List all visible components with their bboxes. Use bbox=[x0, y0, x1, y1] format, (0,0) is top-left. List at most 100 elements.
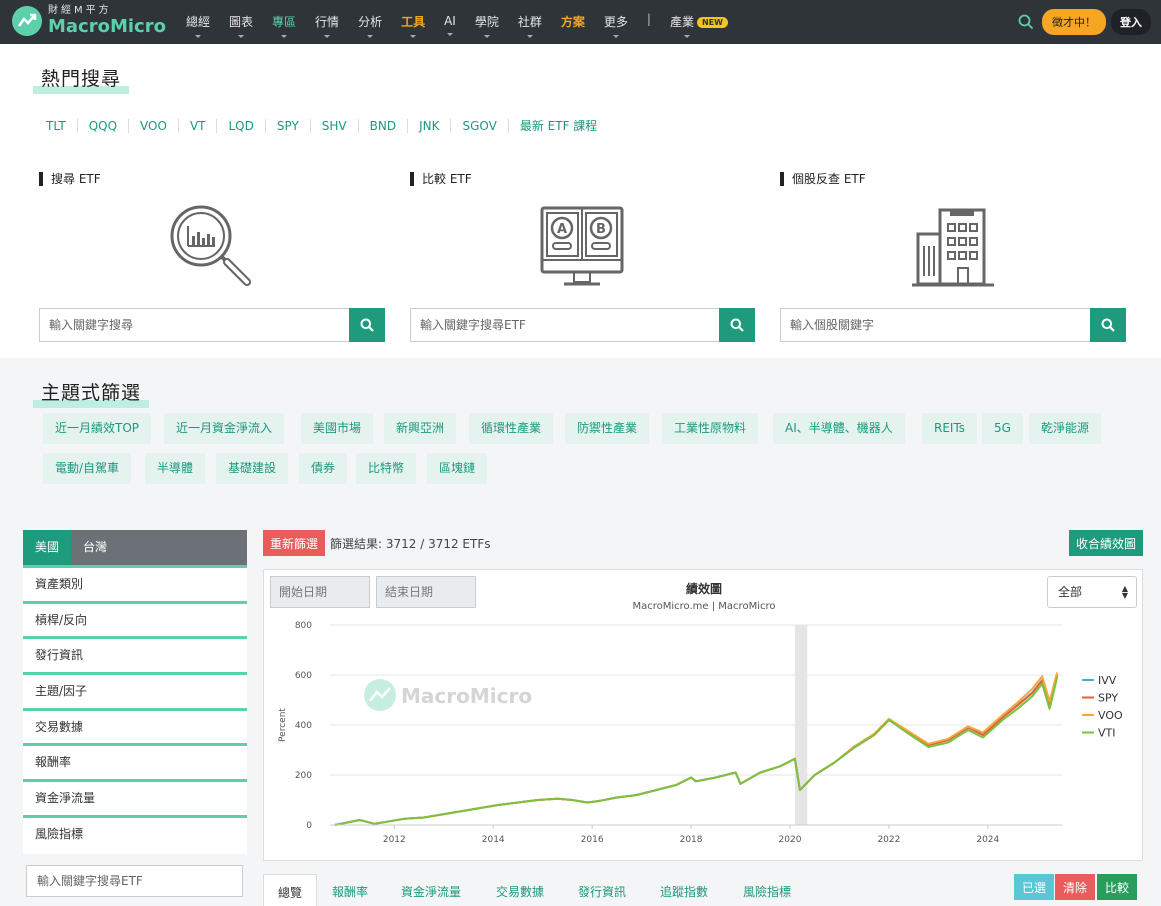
theme-tag[interactable]: 美國市場 bbox=[301, 413, 374, 444]
performance-chart[interactable]: MacroMicro 0 200 400 600 800 2012 2014 2016 2018… bbox=[264, 570, 1142, 860]
theme-tag[interactable]: 近一月績效TOP bbox=[43, 413, 152, 444]
result-tabs: 總覽 報酬率 資金淨流量 交易數據 發行資訊 追蹤指數 風險指標 bbox=[263, 874, 1143, 906]
etf-search-panel: 熱門搜尋 TLT QQQ VOO VT LQD SPY SHV BND JNK … bbox=[0, 44, 1161, 358]
filter-item-issuance[interactable]: 發行資訊 bbox=[23, 639, 247, 676]
nav-item-community[interactable]: 社群 bbox=[518, 9, 542, 38]
filter-item-risk[interactable]: 風險指標 bbox=[23, 817, 247, 854]
collapse-chart-button[interactable]: 收合績效圖 bbox=[1069, 530, 1144, 556]
legend-item-voo[interactable]: VOO bbox=[1098, 709, 1123, 722]
tool-compare-etf: 比較 ETF A B bbox=[410, 170, 756, 342]
svg-text:B: B bbox=[596, 222, 606, 237]
x-tick-label: 2018 bbox=[680, 835, 703, 845]
theme-tag[interactable]: REITs bbox=[922, 413, 978, 444]
tab-overview[interactable]: 總覽 bbox=[263, 874, 318, 906]
recruit-button[interactable]: 徵才中！ bbox=[1042, 9, 1106, 35]
theme-tag[interactable]: 基礎建設 bbox=[216, 453, 289, 484]
nav-item-industry[interactable]: 產業 NEW bbox=[670, 9, 728, 38]
nav-item-analysis[interactable]: 分析 bbox=[358, 9, 382, 38]
y-axis-label: Percent bbox=[278, 708, 288, 742]
filter-item-fund-flow[interactable]: 資金淨流量 bbox=[23, 782, 247, 818]
logo-subtitle: 財經M平方 bbox=[48, 5, 112, 16]
hot-link-voo[interactable]: VOO bbox=[129, 118, 179, 133]
nav-item-charts[interactable]: 圖表 bbox=[229, 9, 253, 38]
search-icon[interactable] bbox=[1018, 14, 1034, 30]
theme-tag[interactable]: 乾淨能源 bbox=[1029, 413, 1102, 444]
hot-link-qqq[interactable]: QQQ bbox=[78, 118, 130, 133]
tab-issuance[interactable]: 發行資訊 bbox=[578, 874, 626, 906]
tool-search-etf: 搜尋 ETF bbox=[39, 170, 385, 342]
legend-item-vti[interactable]: VTI bbox=[1098, 727, 1116, 740]
logo-title: MacroMicro bbox=[48, 16, 166, 37]
x-tick-label: 2012 bbox=[383, 835, 406, 845]
nav-item-macro[interactable]: 總經 bbox=[186, 9, 210, 38]
tool-stock-lookup-etf: 個股反查 ETF bbox=[780, 170, 1126, 342]
login-button[interactable]: 登入 bbox=[1111, 9, 1151, 35]
y-tick-label: 400 bbox=[295, 721, 312, 731]
theme-tag[interactable]: 近一月資金淨流入 bbox=[164, 413, 285, 444]
nav-item-zones[interactable]: 專區 bbox=[272, 9, 296, 38]
search-button-icon[interactable] bbox=[349, 308, 385, 342]
theme-tag[interactable]: 電動/自駕車 bbox=[43, 453, 132, 484]
filter-item-asset-class[interactable]: 資產類別 bbox=[23, 568, 247, 604]
new-badge: NEW bbox=[696, 16, 728, 28]
legend-item-ivv[interactable]: IVV bbox=[1098, 674, 1117, 687]
tab-tracking-index[interactable]: 追蹤指數 bbox=[660, 874, 708, 906]
filter-search-input[interactable] bbox=[26, 865, 243, 897]
hot-link-lqd[interactable]: LQD bbox=[217, 118, 266, 133]
nav-item-quotes[interactable]: 行情 bbox=[315, 9, 339, 38]
result-count: 篩選結果: 3712 / 3712 ETFs bbox=[330, 537, 491, 551]
hot-link-spy[interactable]: SPY bbox=[266, 118, 311, 133]
theme-tag[interactable]: 5G bbox=[982, 413, 1023, 444]
stock-lookup-box bbox=[780, 308, 1126, 342]
etf-search-input[interactable] bbox=[39, 308, 349, 342]
tab-returns[interactable]: 報酬率 bbox=[332, 874, 368, 906]
theme-tag[interactable]: 工業性原物料 bbox=[662, 413, 759, 444]
nav-item-academy[interactable]: 學院 bbox=[475, 9, 499, 38]
theme-tag[interactable]: 比特幣 bbox=[356, 453, 417, 484]
hot-link-etf-course[interactable]: 最新 ETF 課程 bbox=[509, 117, 608, 134]
clear-button[interactable]: 清除 bbox=[1055, 874, 1096, 900]
building-icon bbox=[912, 208, 1004, 300]
theme-tag[interactable]: 區塊鏈 bbox=[427, 453, 488, 484]
macromicro-logo[interactable]: 財經M平方 MacroMicro bbox=[12, 6, 166, 36]
nav-item-tools[interactable]: 工具 bbox=[401, 9, 425, 38]
filter-item-trading-data[interactable]: 交易數據 bbox=[23, 710, 247, 747]
filter-item-theme-factor[interactable]: 主題/因子 bbox=[23, 675, 247, 711]
legend-item-spy[interactable]: SPY bbox=[1098, 692, 1118, 705]
stock-lookup-input[interactable] bbox=[780, 308, 1090, 342]
etf-compare-input[interactable] bbox=[410, 308, 719, 342]
theme-tag[interactable]: AI、半導體、機器人 bbox=[773, 413, 905, 444]
nav-item-plans[interactable]: 方案 bbox=[561, 9, 585, 36]
compare-button[interactable]: 比較 bbox=[1097, 874, 1138, 900]
tab-taiwan[interactable]: 台灣 bbox=[71, 530, 119, 565]
theme-tag[interactable]: 循環性產業 bbox=[469, 413, 554, 444]
x-tick-label: 2024 bbox=[976, 835, 999, 845]
hot-link-sgov[interactable]: SGOV bbox=[451, 118, 509, 133]
top-navbar: 財經M平方 MacroMicro 總經 圖表 專區 行情 分析 工具 AI 學院… bbox=[0, 0, 1161, 44]
filter-item-leverage[interactable]: 槓桿/反向 bbox=[23, 603, 247, 640]
selected-button[interactable]: 已選 bbox=[1014, 874, 1055, 900]
reset-filter-button[interactable]: 重新篩選 bbox=[263, 530, 326, 556]
svg-text:A: A bbox=[557, 222, 567, 237]
search-button-icon[interactable] bbox=[1090, 308, 1126, 342]
theme-tag[interactable]: 半導體 bbox=[145, 453, 206, 484]
y-tick-label: 800 bbox=[295, 621, 312, 631]
tab-risk[interactable]: 風險指標 bbox=[743, 874, 791, 906]
nav-item-ai[interactable]: AI bbox=[444, 10, 456, 36]
nav-menu: 總經 圖表 專區 行情 分析 工具 AI 學院 社群 方案 更多 | 產業 NEW bbox=[186, 0, 747, 44]
nav-item-more[interactable]: 更多 bbox=[604, 9, 628, 38]
hot-link-jnk[interactable]: JNK bbox=[408, 118, 452, 133]
tab-trading-data[interactable]: 交易數據 bbox=[496, 874, 544, 906]
search-button-icon[interactable] bbox=[719, 308, 755, 342]
tool-label: 個股反查 ETF bbox=[780, 170, 1126, 187]
hot-link-tlt[interactable]: TLT bbox=[35, 118, 78, 133]
hot-link-bnd[interactable]: BND bbox=[359, 118, 409, 133]
theme-tag[interactable]: 債券 bbox=[299, 453, 348, 484]
tab-fund-flow[interactable]: 資金淨流量 bbox=[401, 874, 461, 906]
theme-tag[interactable]: 防禦性產業 bbox=[565, 413, 650, 444]
theme-tag[interactable]: 新興亞洲 bbox=[384, 413, 457, 444]
hot-link-vt[interactable]: VT bbox=[179, 118, 218, 133]
hot-link-shv[interactable]: SHV bbox=[311, 118, 359, 133]
filter-item-returns[interactable]: 報酬率 bbox=[23, 746, 247, 783]
tab-us[interactable]: 美國 bbox=[23, 530, 72, 565]
